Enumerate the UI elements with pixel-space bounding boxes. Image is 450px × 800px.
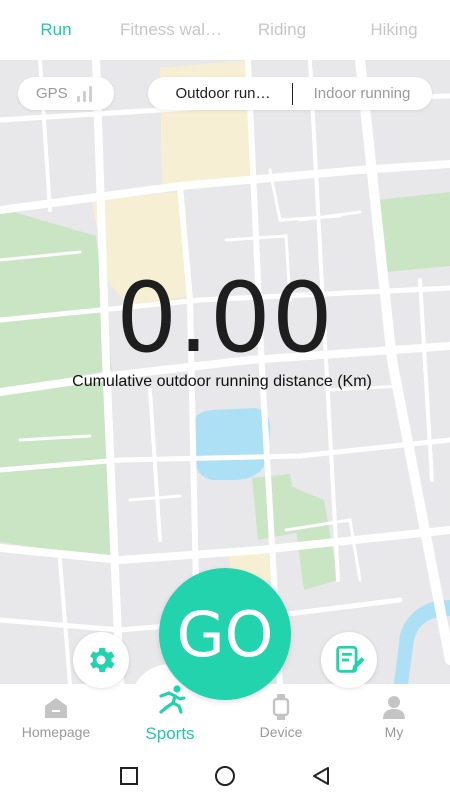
tab-run[interactable]: Run [24, 20, 88, 40]
system-navigation-bar [0, 750, 450, 800]
notes-edit-icon [336, 645, 365, 673]
gps-signal-icon [76, 85, 95, 102]
go-start-button[interactable]: GO [159, 568, 291, 700]
tab-fitness-walking[interactable]: Fitness wal… [112, 20, 230, 40]
tab-riding[interactable]: Riding [246, 20, 318, 40]
home-icon [45, 698, 67, 718]
back-triangle-icon [313, 767, 329, 785]
nav-my[interactable]: My [354, 684, 434, 750]
outdoor-run-option[interactable]: Outdoor run… [148, 85, 292, 102]
tab-hiking[interactable]: Hiking [356, 20, 432, 40]
nav-sports-label: Sports [145, 724, 195, 743]
nav-device[interactable]: Device [241, 684, 321, 750]
user-icon [383, 696, 405, 719]
sport-type-tabs: Run Fitness wal… Riding Hiking [0, 0, 450, 60]
run-mode-switch: Outdoor run… Indoor running [148, 77, 432, 110]
nav-my-label: My [384, 724, 404, 740]
back-button[interactable] [309, 764, 333, 788]
square-icon [120, 767, 138, 785]
settings-button[interactable] [73, 632, 129, 688]
nav-homepage-label: Homepage [21, 724, 91, 740]
gps-label: GPS [36, 85, 68, 102]
running-person-icon [159, 685, 186, 714]
distance-value: 0.00 [116, 262, 334, 374]
gear-icon [90, 647, 115, 673]
gps-status: GPS [18, 77, 114, 110]
nav-homepage[interactable]: Homepage [16, 684, 96, 750]
watch-icon [272, 694, 290, 720]
distance-label: Cumulative outdoor running distance (Km) [72, 373, 372, 390]
workout-record-button[interactable] [321, 632, 377, 688]
home-system-button[interactable] [213, 764, 237, 788]
recent-apps-button[interactable] [117, 764, 141, 788]
circle-icon [215, 766, 235, 786]
nav-device-label: Device [259, 724, 303, 740]
indoor-running-option[interactable]: Indoor running [293, 85, 431, 102]
